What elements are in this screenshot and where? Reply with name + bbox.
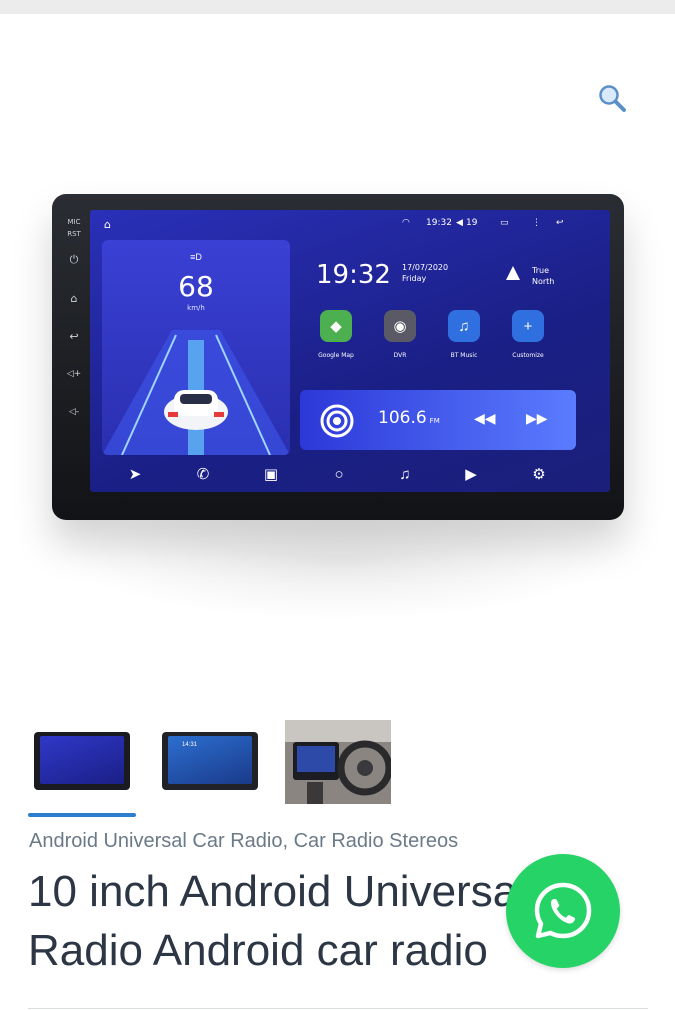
thumbnail-image [34,732,130,790]
frequency-value: 106.6 [378,408,427,428]
app-google-map: ◆ Google Map [306,310,366,359]
device-screen: ⌂ ◠ 19:32 ◀ 19 ▭ ⋮ ↩ ≡D 68 km/h 19:32 17… [90,210,610,492]
app-dvr: ◉ DVR [370,310,430,359]
app-label: Customize [512,352,544,359]
category-link-android-universal-car-radio[interactable]: Android Universal Car Radio [29,830,282,852]
more-icon: ⋮ [532,218,541,228]
product-categories: Android Universal Car Radio, Car Radio S… [29,830,458,853]
car-interior-photo [285,720,393,804]
rewind-icon: ◀◀ [474,410,496,426]
navigation-icon: ➤ [128,466,142,483]
date-block: 17/07/2020 Friday [402,262,448,284]
volume-down-key-icon: ◁- [68,407,80,417]
category-separator: , [282,830,289,852]
headlight-icon: ≡D [190,252,202,262]
thumbnail-screen [40,736,124,784]
radio-panel: 106.6 FM ◀◀ ▶▶ [300,390,576,450]
frequency-band: FM [429,417,440,425]
thumbnail-2[interactable]: 14:31 [158,720,262,804]
thumbnail-3[interactable] [285,720,393,804]
app-bt-music: ♫ BT Music [434,310,494,359]
radio-signal-icon [320,404,354,438]
compass-line-2: North [532,277,555,286]
status-volume: 19 [466,218,478,228]
app-customize: + Customize [498,310,558,359]
compass-line-1: True [532,266,549,275]
compass-icon [506,266,520,280]
home-circle-icon: ○ [334,466,344,483]
home-icon: ⌂ [104,218,111,231]
product-main-image[interactable]: MIC RST ⏻ ⌂ ↩ ◁+ ◁- ⌂ ◠ 19:32 ◀ 19 ▭ ⋮ ↩ [30,170,645,670]
map-icon: ◆ [320,310,352,342]
volume-up-key-icon: ◁+ [66,369,82,379]
app-label: Google Map [318,352,354,359]
music-note-icon: ♫ [399,466,411,483]
home-key-icon: ⌂ [70,291,78,305]
status-time: 19:32 [426,218,452,228]
radio-icon: ▣ [263,466,279,483]
thumbnail-1[interactable] [30,720,134,804]
top-strip [0,0,675,14]
search-icon [599,85,626,112]
app-label: BT Music [450,352,478,359]
speed-panel: ≡D 68 km/h [102,240,290,455]
plus-icon: + [512,310,544,342]
divider [28,1008,648,1009]
volume-icon: ◀ [456,218,463,228]
thumbnail-image: 14:31 [162,732,258,790]
wifi-icon: ◠ [402,218,410,228]
music-icon: ♫ [448,310,480,342]
back-key-icon: ↩ [69,329,79,343]
fast-forward-icon: ▶▶ [526,410,548,426]
video-icon: ▶ [465,466,477,483]
radio-frequency: 106.6 FM [378,408,440,428]
category-link-car-radio-stereos[interactable]: Car Radio Stereos [294,830,459,852]
settings-icon: ⚙ [532,466,546,483]
thumbnail-time: 14:31 [182,742,198,748]
camera-icon: ◉ [384,310,416,342]
window-icon: ▭ [500,218,509,228]
return-icon: ↩ [556,218,564,228]
day: Friday [402,274,427,283]
phone-icon: ✆ [196,466,210,483]
clock: 19:32 [316,260,391,290]
date: 17/07/2020 [402,263,449,272]
dock-bar: ➤ ✆ ▣ ○ ♫ ▶ ⚙ [90,458,610,492]
search-button[interactable] [594,80,630,116]
whatsapp-chat-button[interactable] [506,854,620,968]
speed-value: 68 [178,270,214,303]
whatsapp-icon [534,882,592,939]
side-key-rst: RST [67,230,81,238]
app-label: DVR [393,352,407,359]
compass-label: True North [532,265,554,287]
thumbnail-screen: 14:31 [168,736,252,784]
car-radio-device: MIC RST ⏻ ⌂ ↩ ◁+ ◁- ⌂ ◠ 19:32 ◀ 19 ▭ ⋮ ↩ [52,194,624,520]
active-thumbnail-indicator [28,813,136,817]
speed-unit: km/h [187,304,205,312]
power-key-icon: ⏻ [69,253,79,266]
status-bar: ⌂ ◠ 19:32 ◀ 19 ▭ ⋮ ↩ [90,210,610,236]
